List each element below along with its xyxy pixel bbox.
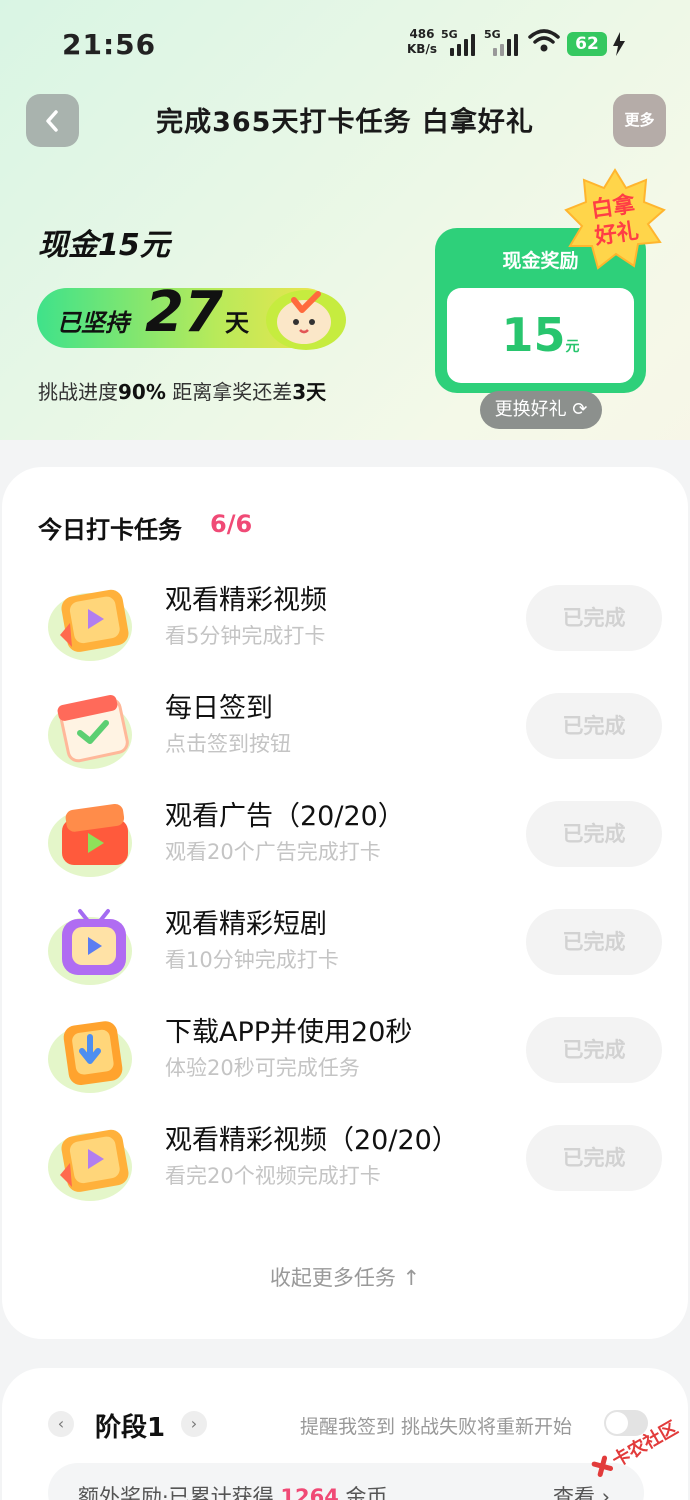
remain-days: 3天 [292,380,327,404]
stage-title: 阶段1 [95,1413,166,1443]
watermark-text: 卡农社区 [608,1416,681,1471]
video-play-icon [48,589,132,661]
task-heading: 今日打卡任务 [38,516,182,544]
task-title: 观看精彩视频 [165,585,327,616]
tv-play-icon [48,909,132,985]
reward-amount-box: 15元 [447,288,634,383]
streak-suffix: 天 [225,309,249,337]
task-row: 观看精彩视频（20/20） 看完20个视频完成打卡 已完成 [0,1105,690,1213]
signal-icon [450,34,478,56]
task-desc: 看10分钟完成打卡 [165,948,339,972]
task-done-button[interactable]: 已完成 [526,585,662,651]
battery-indicator: 62 [567,32,607,56]
calendar-check-icon [48,694,132,769]
task-row: 观看精彩视频 看5分钟完成打卡 已完成 [0,565,690,673]
video-play-icon [48,1129,132,1201]
task-count: 6/6 [210,510,253,538]
clock: 21:56 [62,28,157,61]
task-desc: 体验20秒可完成任务 [165,1056,360,1080]
download-icon [48,1021,132,1093]
sign-reminder-label: 提醒我签到 挑战失败将重新开始 [300,1416,573,1438]
streak-prefix: 已坚持 [57,309,129,337]
task-row: 每日签到 点击签到按钮 已完成 [0,673,690,781]
challenge-progress: 挑战进度90% 距离拿奖还差3天 [38,376,326,405]
task-desc: 看完20个视频完成打卡 [165,1164,381,1188]
progress-label: 挑战进度 [38,380,118,404]
extra-reward-bar[interactable]: 额外奖励·已累计获得 1264 金币 查看 › [48,1463,644,1500]
task-title: 观看精彩视频（20/20） [165,1125,459,1156]
mascot-icon [266,290,346,350]
task-desc: 点击签到按钮 [165,732,291,756]
status-bar: 21:56 486 KB/s 5G 5G 62 [0,0,690,90]
extra-reward-suffix: 金币 [338,1485,388,1500]
speed-value: 486 [409,27,435,41]
swap-gift-button[interactable]: 更换好礼 ⟳ [480,391,602,429]
task-done-button[interactable]: 已完成 [526,1125,662,1191]
watermark-logo: 卡农社区 [591,1416,682,1477]
signal-icon [493,34,521,56]
speed-unit: KB/s [407,42,437,56]
progress-percent: 90% [118,380,166,404]
task-title: 观看广告（20/20） [165,801,405,832]
task-title: 观看精彩短剧 [165,909,327,940]
extra-reward-text: 额外奖励·已累计获得 1264 金币 [78,1481,388,1500]
task-done-button[interactable]: 已完成 [526,909,662,975]
task-row: 下载APP并使用20秒 体验20秒可完成任务 已完成 [0,997,690,1105]
remain-label: 距离拿奖还差 [165,380,293,404]
extra-reward-prefix: 额外奖励·已累计获得 [78,1485,281,1500]
wifi-icon [528,29,560,52]
cash-reward-title: 现金15元 [38,228,170,263]
stage-next-button[interactable]: › [181,1411,207,1437]
task-desc: 看5分钟完成打卡 [165,624,326,648]
extra-reward-coins: 1264 [280,1485,339,1500]
task-row: 观看精彩短剧 看10分钟完成打卡 已完成 [0,889,690,997]
reward-value: 15 [501,308,566,362]
task-desc: 观看20个广告完成打卡 [165,840,381,864]
ad-play-icon [48,803,132,877]
more-button[interactable]: 更多 [613,94,666,147]
task-title: 下载APP并使用20秒 [165,1017,413,1048]
task-title: 每日签到 [165,693,273,724]
collapse-tasks-link[interactable]: 收起更多任务 ↑ [0,1262,690,1292]
streak-days: 27 [145,280,223,345]
task-done-button[interactable]: 已完成 [526,693,662,759]
page-title: 完成365天打卡任务 白拿好礼 [156,107,534,138]
task-done-button[interactable]: 已完成 [526,801,662,867]
network-speed: 486 KB/s [407,27,437,57]
reward-unit: 元 [565,339,580,355]
task-done-button[interactable]: 已完成 [526,1017,662,1083]
charging-icon [613,32,625,56]
badge-text: 白拿好礼 [589,192,641,250]
stage-prev-button[interactable]: ‹ [48,1411,74,1437]
task-row: 观看广告（20/20） 观看20个广告完成打卡 已完成 [0,781,690,889]
